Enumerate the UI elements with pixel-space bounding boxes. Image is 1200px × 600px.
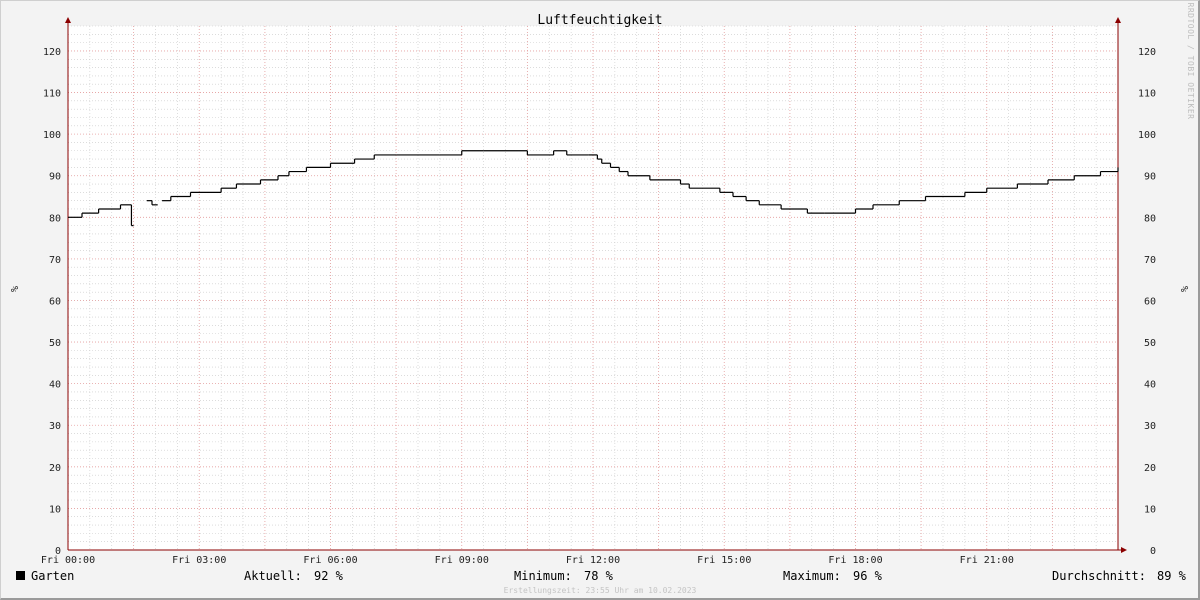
stat-max-label: Maximum: [783,569,841,583]
y-tick-label-right: 60 [1144,296,1156,307]
legend-swatch [16,571,25,580]
y-tick-label-right: 70 [1144,255,1156,266]
y-tick-label-left: 30 [49,421,61,432]
y-tick-label-right: 20 [1144,463,1156,474]
y-tick-label-left: 60 [49,296,61,307]
y-tick-label-left: 120 [43,47,61,58]
x-tick-label: Fri 18:00 [828,555,882,566]
y-tick-label-right: 30 [1144,421,1156,432]
stat-min-value: 78 % [584,569,614,583]
y-tick-label-left: 70 [49,255,61,266]
y-tick-label-right: 110 [1138,89,1156,100]
x-tick-label: Fri 12:00 [566,555,620,566]
legend-label: Garten [31,569,74,583]
y-axis-label-left: % [8,286,19,292]
chart-title: Luftfeuchtigkeit [537,13,662,28]
stat-max-value: 96 % [853,569,883,583]
y-tick-label-right: 80 [1144,213,1156,224]
y-tick-label-right: 40 [1144,380,1156,391]
watermark: RRDTOOL / TOBI OETIKER [1186,3,1195,120]
graph-frame: 0 10 20 30 40 50 60 70 80 90 100 110 120 0 10 20 30 40 50… [0,0,1200,600]
y-tick-label-left: 90 [49,172,61,183]
x-tick-label: Fri 00:00 [41,555,95,566]
y-tick-label-left: 80 [49,213,61,224]
x-tick-label: Fri 21:00 [960,555,1014,566]
stat-current-label: Aktuell: [244,569,302,583]
y-tick-label-right: 100 [1138,130,1156,141]
y-axis-arrow-left-icon [65,17,71,23]
stat-avg-label: Durchschnitt: [1052,569,1146,583]
y-tick-label-left: 100 [43,130,61,141]
stat-avg-value: 89 % [1157,569,1187,583]
x-tick-label: Fri 03:00 [172,555,226,566]
x-tick-label: Fri 06:00 [303,555,357,566]
x-tick-label: Fri 15:00 [697,555,751,566]
y-tick-label-right: 90 [1144,172,1156,183]
stat-current-value: 92 % [314,569,344,583]
y-tick-labels-right: 0 10 20 30 40 50 60 70 80 90 100 110 120 [1138,47,1156,557]
stat-min-label: Minimum: [514,569,572,583]
y-tick-label-right: 0 [1150,546,1156,557]
x-axis-arrow-icon [1121,547,1127,553]
creation-time-footer: Erstellungszeit: 23:55 Uhr am 10.02.2023 [504,586,697,595]
y-tick-label-left: 40 [49,380,61,391]
y-axis-label-right: % [1178,286,1189,292]
y-tick-label-left: 10 [49,504,61,515]
y-axis-arrow-right-icon [1115,17,1121,23]
y-tick-label-right: 50 [1144,338,1156,349]
y-tick-label-right: 10 [1144,504,1156,515]
y-tick-label-left: 20 [49,463,61,474]
x-tick-label: Fri 09:00 [435,555,489,566]
y-tick-labels-left: 0102030405060708090100110120 [43,47,61,557]
x-tick-labels: Fri 00:00 Fri 03:00 Fri 06:00 Fri 09:00 Fri … [41,555,1014,566]
y-tick-label-left: 110 [43,89,61,100]
humidity-chart: 0 10 20 30 40 50 60 70 80 90 100 110 120 0 10 20 30 40 50… [8,3,1195,595]
y-tick-label-left: 50 [49,338,61,349]
y-tick-label-right: 120 [1138,47,1156,58]
